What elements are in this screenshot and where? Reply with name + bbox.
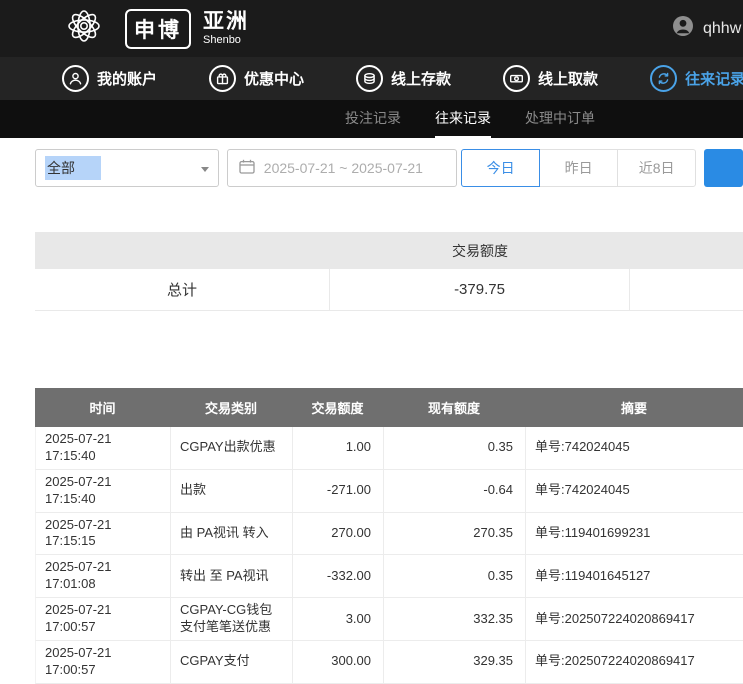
- nav-item-label: 线上取款: [538, 68, 598, 89]
- tab-betting-records[interactable]: 投注记录: [345, 100, 401, 138]
- cell-type: CGPAY-CG钱包支付笔笔送优惠: [171, 598, 293, 640]
- table-row: 2025-07-21 17:15:40 出款 -271.00 -0.64 单号:…: [35, 470, 743, 513]
- cell-type: 转出 至 PA视讯: [171, 555, 293, 597]
- table-row: 2025-07-21 17:00:57 CGPAY支付 300.00 329.3…: [35, 641, 743, 684]
- withdraw-icon: [503, 65, 530, 92]
- type-select[interactable]: 全部: [35, 149, 219, 187]
- filter-bar: 全部 2025-07-21 ~ 2025-07-21 今日 昨日 近8日: [35, 149, 743, 187]
- summary-table: 交易额度 总计 -379.75: [35, 232, 743, 311]
- username: qhhw: [703, 20, 741, 38]
- cell-time: 2025-07-21 17:15:40: [36, 470, 171, 512]
- nav-item-label: 往来记录: [685, 68, 743, 89]
- summary-header-empty: [630, 232, 743, 269]
- brand-region-en: Shenbo: [203, 35, 249, 47]
- header-type: 交易类别: [170, 388, 292, 427]
- cell-summary: 单号:119401699231: [526, 513, 743, 555]
- nav-item-transactions[interactable]: 往来记录: [650, 65, 743, 92]
- summary-total-value: -379.75: [330, 269, 630, 310]
- topbar: 申博 亚洲 Shenbo qhhw: [0, 0, 743, 57]
- summary-header-amount: 交易额度: [330, 232, 630, 269]
- cell-balance: 0.35: [384, 427, 526, 469]
- records-icon: [650, 65, 677, 92]
- cell-amount: 3.00: [293, 598, 384, 640]
- summary-total-row: 总计 -379.75: [35, 269, 743, 311]
- cell-summary: 单号:742024045: [526, 470, 743, 512]
- nav-item-deposit[interactable]: 线上存款: [356, 65, 451, 92]
- cell-balance: 270.35: [384, 513, 526, 555]
- user-account[interactable]: qhhw: [672, 0, 741, 57]
- cell-time: 2025-07-21 17:15:15: [36, 513, 171, 555]
- main-nav: 我的账户 优惠中心 线上存款 线上: [0, 57, 743, 100]
- user-avatar-icon: [672, 15, 694, 42]
- nav-item-label: 优惠中心: [244, 68, 304, 89]
- calendar-icon: [239, 159, 255, 177]
- brand-region-cn: 亚洲: [203, 11, 249, 33]
- cell-type: CGPAY出款优惠: [171, 427, 293, 469]
- chevron-down-icon: [201, 167, 209, 172]
- user-icon: [62, 65, 89, 92]
- date-range-value: 2025-07-21 ~ 2025-07-21: [264, 160, 423, 176]
- cell-summary: 单号:742024045: [526, 427, 743, 469]
- type-select-value: 全部: [45, 156, 101, 180]
- cell-type: 由 PA视讯 转入: [171, 513, 293, 555]
- cell-summary: 单号:119401645127: [526, 555, 743, 597]
- cell-balance: 332.35: [384, 598, 526, 640]
- summary-header-row: 交易额度: [35, 232, 743, 269]
- cell-type: 出款: [171, 470, 293, 512]
- table-row: 2025-07-21 17:15:40 CGPAY出款优惠 1.00 0.35 …: [35, 427, 743, 470]
- cell-time: 2025-07-21 17:15:40: [36, 427, 171, 469]
- nav-item-withdraw[interactable]: 线上取款: [503, 65, 598, 92]
- nav-item-label: 我的账户: [97, 68, 157, 89]
- sub-nav: 投注记录 往来记录 处理中订单: [0, 100, 743, 138]
- deposit-icon: [356, 65, 383, 92]
- header-time: 时间: [35, 388, 170, 427]
- cell-amount: -332.00: [293, 555, 384, 597]
- header-summary: 摘要: [525, 388, 743, 427]
- cell-balance: 0.35: [384, 555, 526, 597]
- tab-processing-orders[interactable]: 处理中订单: [525, 100, 595, 138]
- yesterday-button[interactable]: 昨日: [539, 149, 618, 187]
- brand-region: 亚洲 Shenbo: [203, 11, 249, 47]
- brand-flower-logo-icon: [55, 3, 113, 54]
- date-range-input[interactable]: 2025-07-21 ~ 2025-07-21: [227, 149, 457, 187]
- header-amount: 交易额度: [292, 388, 383, 427]
- cell-amount: 270.00: [293, 513, 384, 555]
- tab-transaction-records[interactable]: 往来记录: [435, 100, 491, 138]
- summary-header-empty: [35, 232, 330, 269]
- gift-icon: [209, 65, 236, 92]
- summary-total-label: 总计: [35, 269, 330, 310]
- table-row: 2025-07-21 17:15:15 由 PA视讯 转入 270.00 270…: [35, 513, 743, 556]
- brand-name-box: 申博: [125, 9, 191, 49]
- last-8-days-button[interactable]: 近8日: [617, 149, 696, 187]
- nav-item-label: 线上存款: [391, 68, 451, 89]
- cell-time: 2025-07-21 17:00:57: [36, 598, 171, 640]
- cell-time: 2025-07-21 17:01:08: [36, 555, 171, 597]
- cell-summary: 单号:202507224020869417: [526, 598, 743, 640]
- cell-amount: -271.00: [293, 470, 384, 512]
- nav-item-my-account[interactable]: 我的账户: [62, 65, 157, 92]
- summary-total-empty: [630, 269, 743, 310]
- today-button[interactable]: 今日: [461, 149, 540, 187]
- quick-range-group: 今日 昨日 近8日: [461, 149, 696, 187]
- table-row: 2025-07-21 17:00:57 CGPAY-CG钱包支付笔笔送优惠 3.…: [35, 598, 743, 641]
- header-balance: 现有额度: [383, 388, 525, 427]
- cell-amount: 1.00: [293, 427, 384, 469]
- table-row: 2025-07-21 17:01:08 转出 至 PA视讯 -332.00 0.…: [35, 555, 743, 598]
- cell-balance: -0.64: [384, 470, 526, 512]
- table-header-row: 时间 交易类别 交易额度 现有额度 摘要: [35, 388, 743, 427]
- search-button[interactable]: [704, 149, 743, 187]
- transactions-table: 时间 交易类别 交易额度 现有额度 摘要 2025-07-21 17:15:40…: [35, 388, 743, 684]
- nav-item-promotions[interactable]: 优惠中心: [209, 65, 304, 92]
